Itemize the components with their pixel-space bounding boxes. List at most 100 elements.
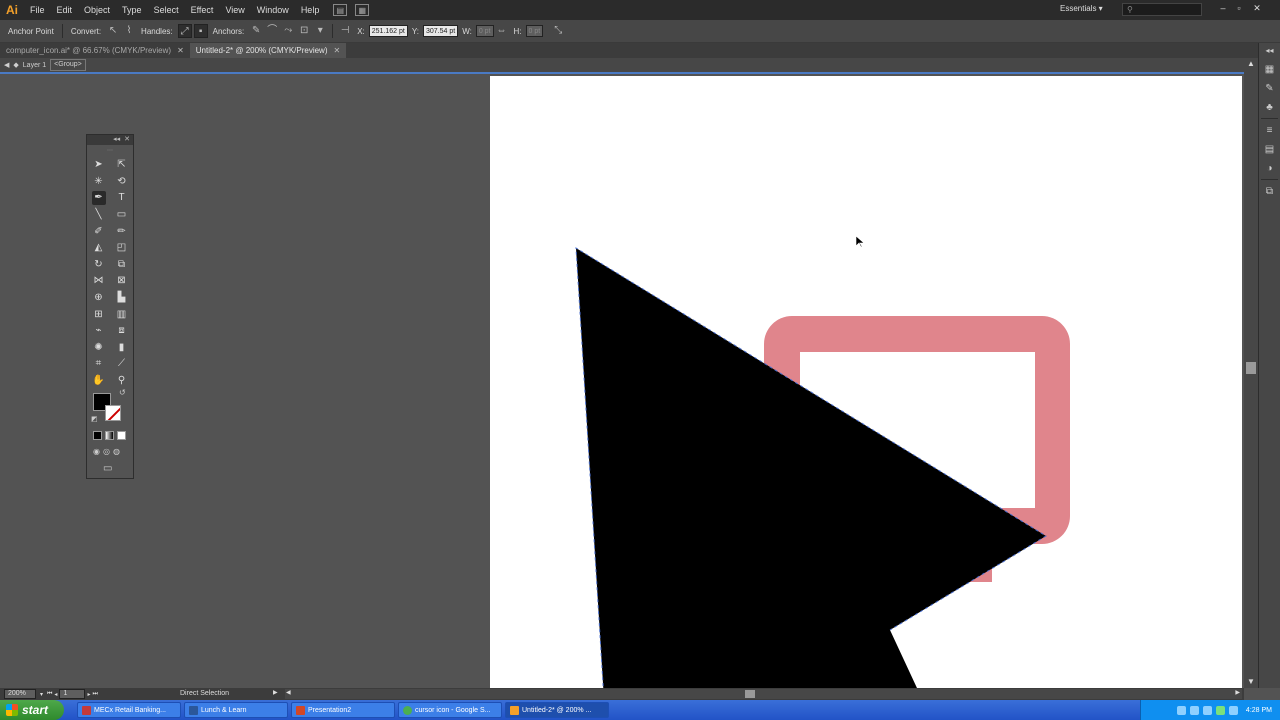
shape-builder-tool-icon[interactable]: ⊕ bbox=[92, 291, 106, 305]
blob-brush-tool-icon[interactable]: ◭ bbox=[92, 241, 106, 255]
pen-tool-icon[interactable]: ✒ bbox=[91, 191, 106, 206]
mesh-tool-icon[interactable]: ⊞ bbox=[92, 308, 106, 322]
taskbar-item-illustrator[interactable]: Untitled-2* @ 200% ... bbox=[505, 702, 609, 718]
stroke-panel-icon[interactable]: ≡ bbox=[1263, 124, 1277, 138]
horizontal-scrollbar[interactable]: ◀ ▶ bbox=[285, 689, 1242, 699]
network-icon[interactable] bbox=[1189, 705, 1199, 715]
minimize-icon[interactable]: – bbox=[1216, 2, 1230, 14]
width-tool-icon[interactable]: ⋈ bbox=[92, 274, 106, 288]
y-field[interactable]: 307.54 pt bbox=[422, 25, 459, 37]
prev-artboard-icon[interactable]: ◂ bbox=[54, 691, 57, 698]
brushes-panel-icon[interactable]: ✎ bbox=[1263, 82, 1277, 96]
help-icon[interactable] bbox=[1176, 705, 1186, 715]
first-artboard-icon[interactable]: ⏮ bbox=[47, 691, 52, 698]
canvas[interactable] bbox=[0, 76, 1244, 688]
slice-tool-icon[interactable]: ⟋ bbox=[115, 357, 129, 371]
vertical-scrollbar[interactable]: ▲ ▼ bbox=[1244, 58, 1258, 688]
remove-anchor-icon[interactable]: ✎ bbox=[249, 24, 263, 38]
stroke-swatch[interactable] bbox=[105, 405, 121, 421]
close-icon[interactable]: ✕ bbox=[177, 46, 184, 55]
security-icon[interactable] bbox=[1215, 705, 1225, 715]
taskbar-item-chrome[interactable]: cursor icon - Google S... bbox=[398, 702, 502, 718]
show-handles-icon[interactable]: ⤢ bbox=[177, 24, 192, 38]
zoom-tool-icon[interactable]: ⚲ bbox=[115, 374, 129, 388]
convert-smooth-icon[interactable]: ⌇ bbox=[122, 24, 136, 38]
clock[interactable]: 4:28 PM bbox=[1246, 707, 1272, 714]
vertical-scroll-thumb[interactable] bbox=[1246, 362, 1256, 374]
x-field[interactable]: 251.162 pt bbox=[368, 25, 408, 37]
symbol-sprayer-tool-icon[interactable]: ✺ bbox=[92, 341, 106, 355]
convert-corner-icon[interactable]: ↖ bbox=[106, 24, 120, 38]
blend-tool-icon[interactable]: ⧈ bbox=[115, 324, 129, 338]
menu-type[interactable]: Type bbox=[116, 0, 148, 20]
breadcrumb-layer[interactable]: Layer 1 bbox=[23, 62, 46, 69]
back-arrow-icon[interactable]: ◀ bbox=[4, 61, 9, 69]
rotate-tool-icon[interactable]: ↻ bbox=[92, 258, 106, 272]
bridge-icon[interactable]: ▤ bbox=[333, 4, 348, 16]
none-mode-swatch[interactable] bbox=[117, 431, 126, 440]
scale-tool-icon[interactable]: ⧉ bbox=[115, 258, 129, 272]
align-anchor-icon[interactable]: ⊣ bbox=[338, 24, 352, 38]
eyedropper-tool-icon[interactable]: ⌁ bbox=[92, 324, 106, 338]
tab-computer-icon[interactable]: computer_icon.ai* @ 66.67% (CMYK/Preview… bbox=[0, 43, 190, 58]
w-field[interactable]: 0 pt bbox=[475, 25, 494, 37]
column-graph-tool-icon[interactable]: ▮ bbox=[115, 341, 129, 355]
scroll-right-icon[interactable]: ▶ bbox=[1235, 689, 1240, 696]
type-tool-icon[interactable]: T bbox=[115, 191, 129, 205]
free-transform-tool-icon[interactable]: ⊠ bbox=[115, 274, 129, 288]
gradient-panel-icon[interactable]: ▤ bbox=[1263, 143, 1277, 157]
symbols-panel-icon[interactable]: ♣ bbox=[1263, 101, 1277, 115]
pencil-tool-icon[interactable]: ✏ bbox=[115, 225, 129, 239]
close-icon[interactable]: ✕ bbox=[334, 46, 341, 55]
link-icon[interactable]: ⇔ bbox=[495, 24, 509, 38]
artboard-tool-icon[interactable]: ⌗ bbox=[92, 357, 106, 371]
zoom-field[interactable]: 200% bbox=[4, 689, 36, 699]
arrange-documents-icon[interactable]: ▦ bbox=[355, 4, 370, 16]
current-tool-status[interactable]: Direct Selection bbox=[180, 690, 229, 697]
close-icon[interactable]: ✕ bbox=[1250, 2, 1264, 14]
color-panel-icon[interactable]: ▦ bbox=[1263, 63, 1277, 77]
scroll-down-icon[interactable]: ▼ bbox=[1244, 676, 1258, 688]
taskbar-item-lunch-learn[interactable]: Lunch & Learn bbox=[184, 702, 288, 718]
gradient-mode-swatch[interactable] bbox=[105, 431, 114, 440]
transparency-panel-icon[interactable]: ◑ bbox=[1263, 162, 1277, 176]
taskbar-item-presentation2[interactable]: Presentation2 bbox=[291, 702, 395, 718]
color-mode-swatch[interactable] bbox=[93, 431, 102, 440]
artboard-field[interactable]: 1 bbox=[59, 689, 86, 699]
eraser-tool-icon[interactable]: ◰ bbox=[115, 241, 129, 255]
last-artboard-icon[interactable]: ⏭ bbox=[92, 691, 97, 698]
menu-view[interactable]: View bbox=[219, 0, 250, 20]
close-icon[interactable]: ✕ bbox=[124, 135, 130, 145]
maximize-icon[interactable]: ▫ bbox=[1232, 2, 1246, 14]
paintbrush-tool-icon[interactable]: ✐ bbox=[92, 225, 106, 239]
grip-icon[interactable]: ⋯ bbox=[87, 145, 133, 157]
status-menu-icon[interactable]: ▶ bbox=[273, 689, 278, 696]
magic-wand-tool-icon[interactable]: ✳ bbox=[92, 175, 106, 189]
default-colors-icon[interactable]: ◩ bbox=[91, 415, 98, 423]
draw-inside-icon[interactable]: ◍ bbox=[113, 447, 120, 456]
draw-normal-icon[interactable]: ◉ bbox=[93, 447, 100, 456]
transform-icon[interactable]: ⤡ bbox=[551, 24, 565, 38]
hand-tool-icon[interactable]: ✋ bbox=[92, 374, 106, 388]
taskbar-item-mecx[interactable]: MECx Retail Banking... bbox=[77, 702, 181, 718]
swap-colors-icon[interactable]: ↺ bbox=[119, 388, 126, 397]
isolate-icon[interactable]: ⊡ bbox=[297, 24, 311, 38]
draw-behind-icon[interactable]: ◎ bbox=[103, 447, 110, 456]
h-field[interactable]: 0 pt bbox=[525, 25, 544, 37]
menu-edit[interactable]: Edit bbox=[51, 0, 79, 20]
menu-window[interactable]: Window bbox=[251, 0, 295, 20]
zoom-dropdown-icon[interactable]: ▾ bbox=[40, 691, 43, 698]
start-button[interactable]: start bbox=[0, 700, 64, 720]
update-icon[interactable] bbox=[1228, 705, 1238, 715]
breadcrumb-group[interactable]: <Group> bbox=[50, 59, 86, 71]
volume-icon[interactable] bbox=[1202, 705, 1212, 715]
scroll-up-icon[interactable]: ▲ bbox=[1244, 58, 1258, 70]
gradient-tool-icon[interactable]: ▥ bbox=[115, 308, 129, 322]
tools-panel-header[interactable]: ◂◂ ✕ bbox=[87, 135, 133, 145]
perspective-grid-tool-icon[interactable]: ▙ bbox=[115, 291, 129, 305]
screen-mode-icon[interactable]: ▭ bbox=[103, 463, 112, 474]
lasso-tool-icon[interactable]: ⟲ bbox=[115, 175, 129, 189]
direct-selection-tool-icon[interactable]: ⇱ bbox=[115, 158, 129, 172]
rectangle-tool-icon[interactable]: ▭ bbox=[115, 208, 129, 222]
line-tool-icon[interactable]: ╲ bbox=[92, 208, 106, 222]
